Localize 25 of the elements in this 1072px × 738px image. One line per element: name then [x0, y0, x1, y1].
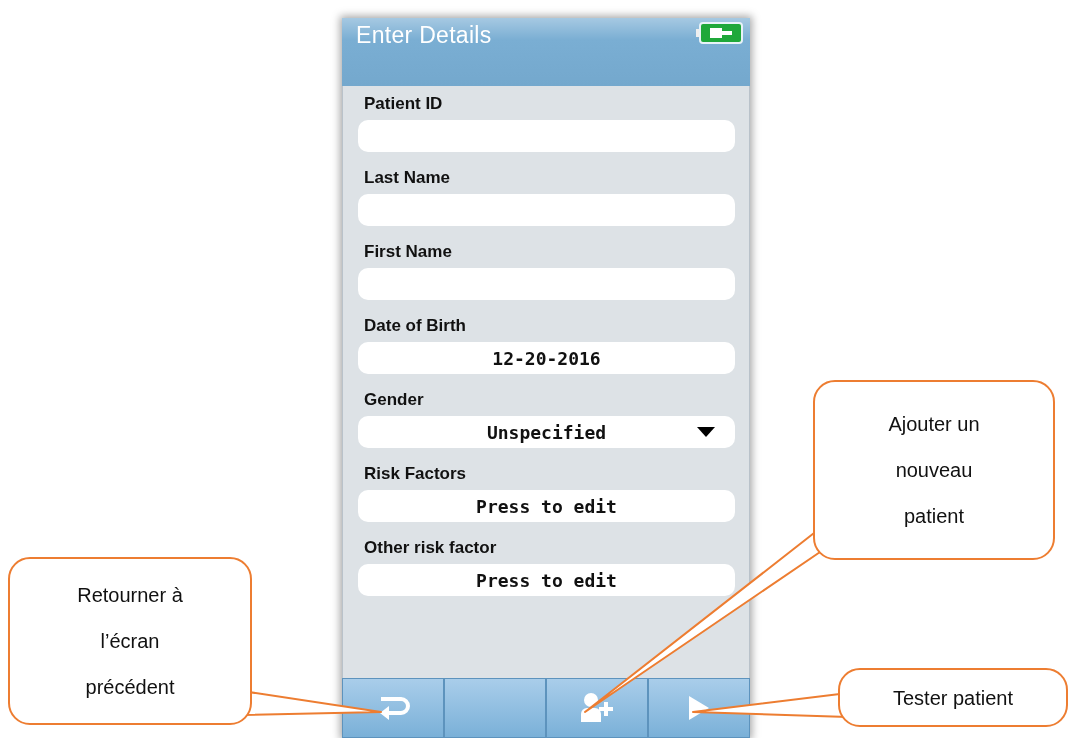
field-label: Risk Factors	[364, 464, 467, 484]
add-person-icon	[579, 692, 615, 724]
edit-button[interactable]: Press to edit	[358, 564, 735, 596]
input-field[interactable]	[358, 268, 735, 300]
field-label: Gender	[364, 390, 424, 410]
input-field[interactable]: 12-20-2016	[358, 342, 735, 374]
callout-text: Tester patient	[892, 685, 1014, 711]
play-button[interactable]	[648, 678, 750, 738]
field-label: Date of Birth	[364, 316, 466, 336]
dropdown-arrow-icon	[697, 427, 715, 437]
field-label: Patient ID	[364, 94, 443, 114]
input-field[interactable]	[358, 194, 735, 226]
field-label: First Name	[364, 242, 452, 262]
battery-icon	[696, 22, 744, 44]
callout-text: Retourner à l’écran précédent	[76, 583, 184, 700]
toolbar-button[interactable]	[444, 678, 546, 738]
edit-button[interactable]: Press to edit	[358, 490, 735, 522]
add-patient-button[interactable]	[546, 678, 648, 738]
input-field[interactable]	[358, 120, 735, 152]
callout-text: Ajouter un nouveau patient	[887, 412, 981, 529]
dropdown-field[interactable]: Unspecified	[358, 416, 735, 448]
field-label: Other risk factor	[364, 538, 497, 558]
field-label: Last Name	[364, 168, 450, 188]
screen-title: Enter Details	[356, 22, 492, 49]
back-button[interactable]	[342, 678, 444, 738]
